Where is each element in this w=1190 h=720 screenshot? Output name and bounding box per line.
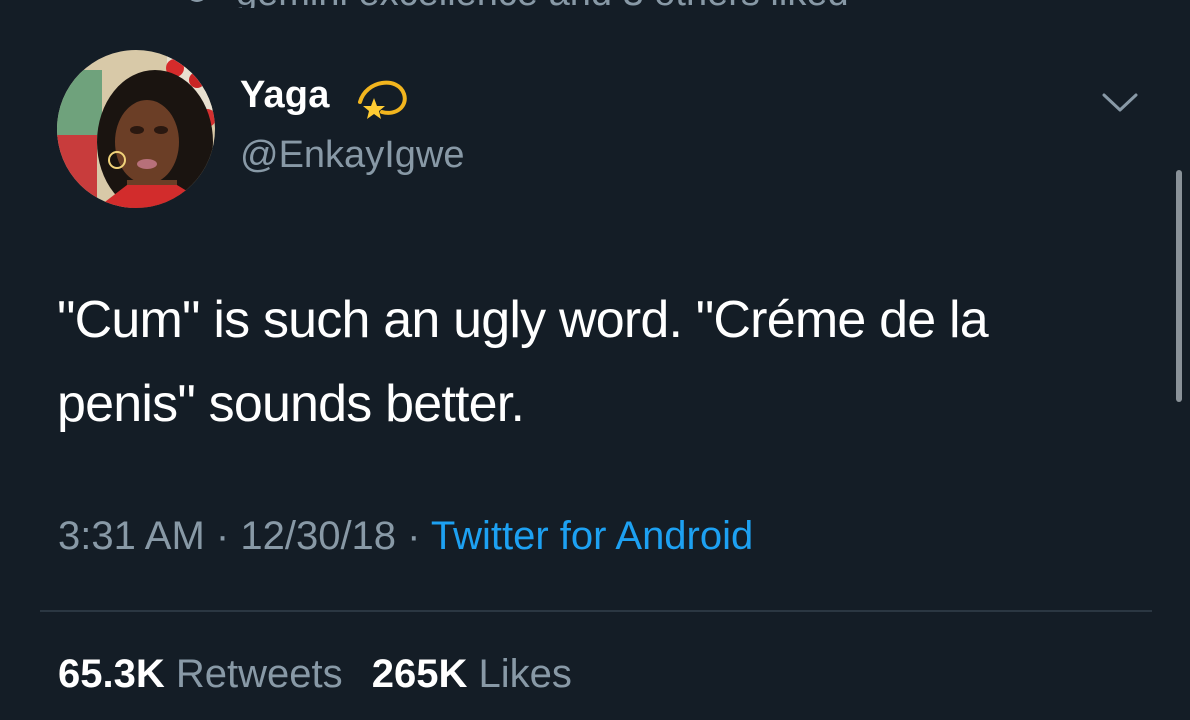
tweet-text: "Cum" is such an ugly word. "Créme de la… (57, 291, 989, 433)
display-name[interactable]: Yaga (240, 74, 330, 117)
retweets-stat[interactable]: 65.3K Retweets (58, 652, 343, 696)
likes-stat[interactable]: 265K Likes (372, 652, 572, 696)
avatar[interactable] (57, 50, 215, 208)
meta-separator: · (407, 514, 421, 558)
meta-separator: · (215, 514, 230, 558)
social-context-row: gemini excellence and 3 others liked (0, 0, 1190, 8)
retweets-label: Retweets (175, 652, 343, 696)
likes-count: 265K (371, 652, 468, 696)
tweet-source-link[interactable]: Twitter for Android (431, 514, 753, 558)
heart-icon (186, 0, 208, 2)
chevron-down-icon[interactable] (1100, 90, 1140, 116)
dizzy-star-icon (358, 80, 407, 119)
liked-by-text: gemini excellence and 3 others liked (236, 0, 849, 8)
tweet-date: 12/30/18 (240, 514, 397, 558)
tweet-meta: 3:31 AM · 12/30/18 · Twitter for Android (58, 514, 753, 559)
likes-label: Likes (478, 652, 572, 696)
user-handle[interactable]: @EnkayIgwe (240, 134, 464, 177)
tweet-time: 3:31 AM (58, 514, 205, 558)
tweet-stats: 65.3K Retweets 265K Likes (58, 652, 590, 697)
retweets-count: 65.3K (58, 652, 165, 696)
divider (40, 610, 1152, 612)
scrollbar[interactable] (1176, 170, 1182, 402)
